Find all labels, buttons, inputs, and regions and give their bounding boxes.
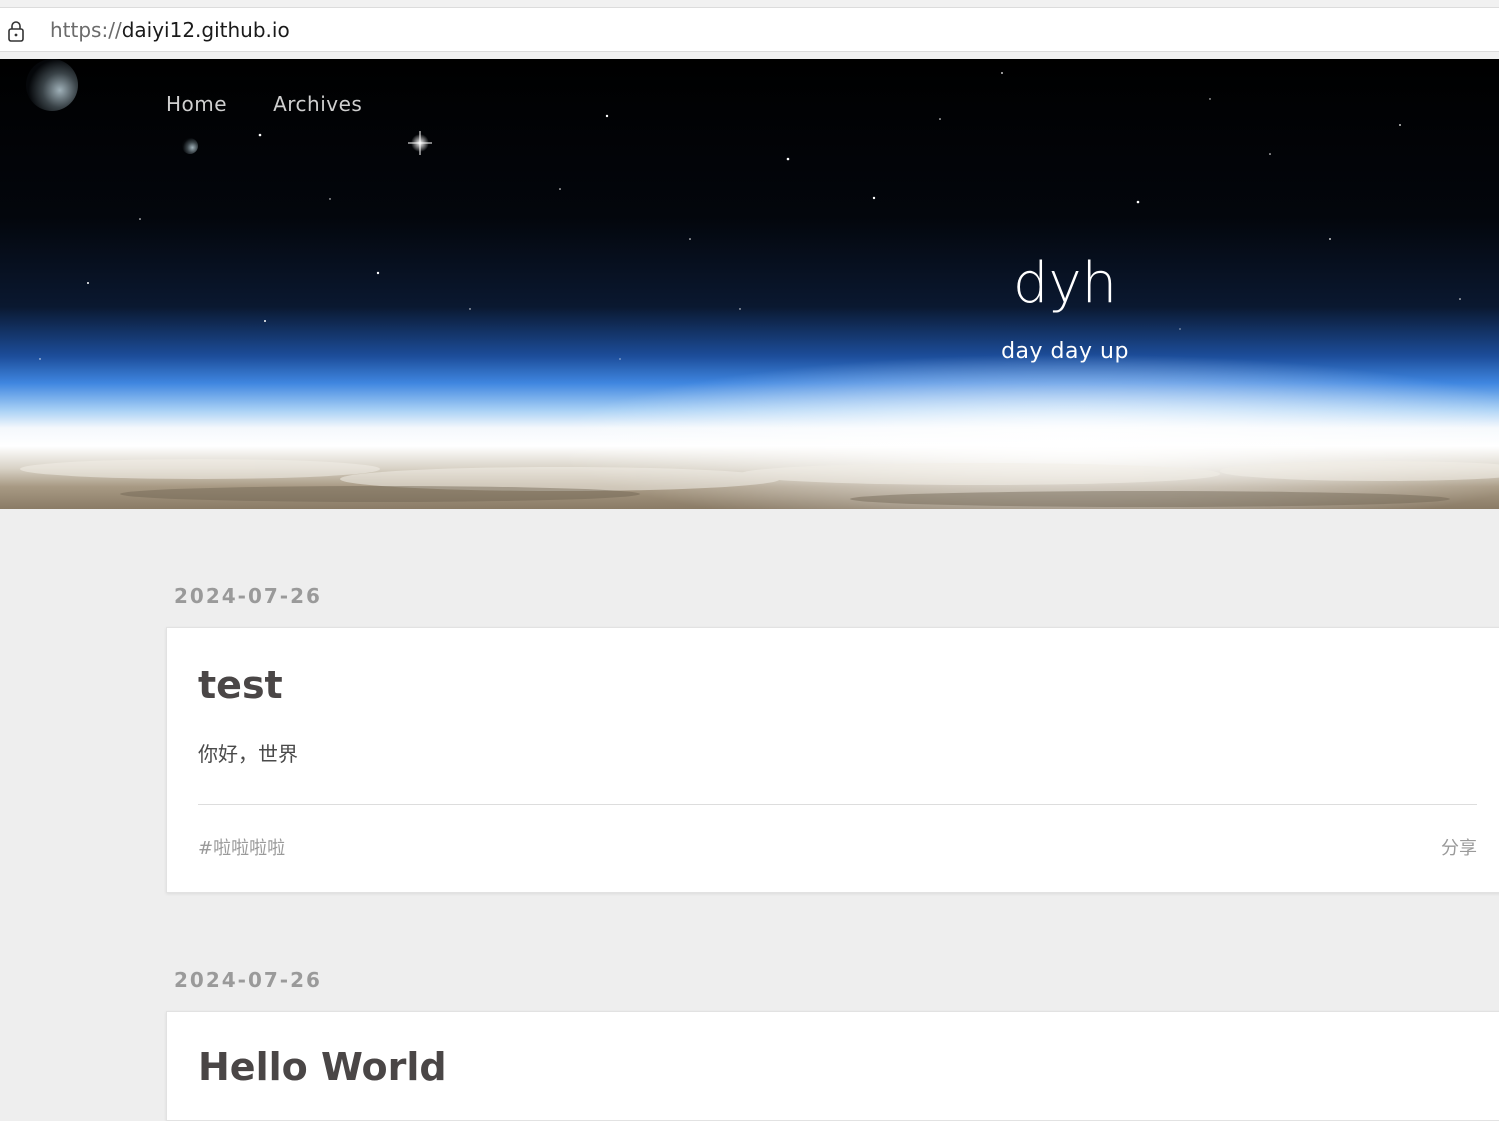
post-tag-link[interactable]: #啦啦啦啦 [198,836,285,862]
browser-address-bar: https://daiyi12.github.io [0,0,1499,59]
post-title-link[interactable]: Hello World [198,1043,447,1091]
post-divider [198,804,1477,805]
post-date: 2024-07-26 [174,584,322,608]
post-share-button[interactable]: 分享 [1441,836,1477,862]
url-text[interactable]: https://daiyi12.github.io [50,18,290,42]
site-subtitle: day day up [1001,339,1129,364]
address-field[interactable]: https://daiyi12.github.io [0,7,1499,52]
main-nav: Home Archives [166,91,362,117]
url-host: daiyi12.github.io [121,18,290,42]
lock-icon[interactable] [6,20,26,42]
header-banner: Home Archives dyh day day up [0,59,1499,509]
post-excerpt: 你好，世界 [198,742,298,766]
post-date: 2024-07-26 [174,968,322,992]
post-card: Hello World [166,1011,1499,1121]
post-card: test 你好，世界 #啦啦啦啦 分享 [166,627,1499,893]
starfield-background [20,59,1499,507]
url-scheme: https:// [50,18,122,42]
post-title-link[interactable]: test [198,661,283,709]
nav-home-link[interactable]: Home [166,91,227,117]
nav-archives-link[interactable]: Archives [273,91,362,117]
site-title: dyh [1012,251,1118,316]
